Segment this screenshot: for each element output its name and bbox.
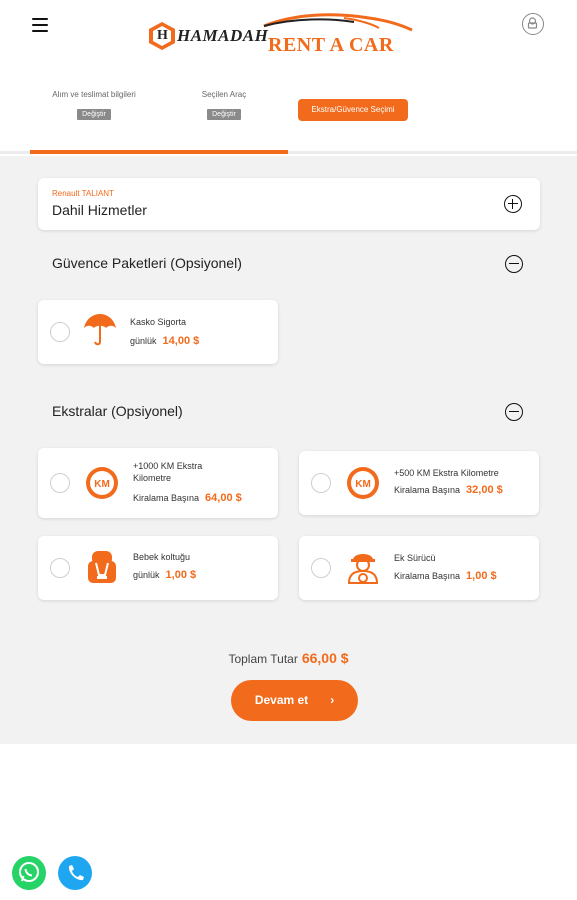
step-selected-car: Seçilen Araç Değiştir	[186, 90, 262, 120]
option-price-line: Kiralama Başına 64,00 $	[133, 492, 242, 504]
step-label: Seçilen Araç	[201, 90, 247, 99]
svg-text:KM: KM	[94, 479, 110, 490]
car-model-label: Renault TALIANT	[52, 189, 114, 198]
extras-section-title: Ekstralar (Opsiyonel)	[52, 403, 183, 419]
option-price: 14,00 $	[162, 335, 200, 347]
booking-steps: Alım ve teslimat bilgileri Değiştir Seçi…	[0, 78, 577, 156]
insurance-option-radio[interactable]	[50, 322, 70, 342]
option-price-line: Kiralama Başına 1,00 $	[394, 570, 497, 582]
option-name: Bebek koltuğu	[133, 552, 191, 562]
included-services-title: Dahil Hizmetler	[52, 202, 147, 218]
option-price: 32,00 $	[466, 484, 503, 496]
expand-plus-icon[interactable]	[504, 195, 522, 213]
option-name: +1000 KM Ekstra Kilometre	[133, 461, 203, 483]
option-price-line: günlük 1,00 $	[133, 569, 196, 581]
phone-call-button[interactable]	[58, 856, 92, 890]
chevron-right-icon: ›	[330, 693, 335, 707]
extra-option-card[interactable]: KM +1000 KM Ekstra Kilometre Kiralama Ba…	[38, 448, 278, 518]
change-pickup-button[interactable]: Değiştir	[77, 109, 111, 120]
option-unit: günlük	[133, 570, 160, 580]
option-unit: Kiralama Başına	[133, 493, 200, 503]
step-pickup-info: Alım ve teslimat bilgileri Değiştir	[36, 90, 152, 120]
progress-bar	[30, 150, 288, 154]
extra-option-radio[interactable]	[311, 558, 331, 578]
km-icon: KM	[347, 467, 379, 499]
option-price: 64,00 $	[205, 492, 242, 504]
included-services-card[interactable]: Renault TALIANT Dahil Hizmetler	[38, 178, 540, 230]
baby-seat-icon	[88, 551, 116, 583]
option-price: 1,00 $	[165, 569, 197, 581]
change-car-button[interactable]: Değiştir	[207, 109, 241, 120]
extra-option-radio[interactable]	[50, 558, 70, 578]
logo[interactable]: H HAMADAH RENT A CAR	[144, 12, 419, 62]
option-price-line: günlük 14,00 $	[130, 335, 199, 347]
total-label: Toplam Tutar	[228, 652, 298, 666]
insurance-option-card[interactable]: Kasko Sigorta günlük 14,00 $	[38, 300, 278, 364]
total-amount-line: Toplam Tutar 66,00 $	[0, 650, 577, 666]
extra-option-card[interactable]: Ek Sürücü Kiralama Başına 1,00 $	[299, 536, 539, 600]
extra-option-radio[interactable]	[50, 473, 70, 493]
collapse-minus-icon[interactable]	[505, 403, 523, 421]
umbrella-icon	[84, 314, 116, 346]
extra-option-card[interactable]: KM +500 KM Ekstra Kilometre Kiralama Baş…	[299, 451, 539, 515]
whatsapp-button[interactable]	[12, 856, 46, 890]
extra-option-radio[interactable]	[311, 473, 331, 493]
continue-label: Devam et	[254, 693, 309, 707]
step-extras-active[interactable]: Ekstra/Güvence Seçimi	[298, 99, 408, 121]
main-content: Renault TALIANT Dahil Hizmetler Güvence …	[0, 156, 577, 744]
whatsapp-icon	[19, 862, 39, 882]
option-price: 1,00 $	[466, 570, 497, 582]
insurance-section-title: Güvence Paketleri (Opsiyonel)	[52, 255, 242, 271]
continue-button[interactable]: Devam et ›	[231, 680, 358, 721]
driver-icon	[347, 554, 379, 584]
option-unit: günlük	[130, 336, 157, 346]
logo-mark-letter: H	[157, 28, 168, 43]
option-unit: Kiralama Başına	[394, 571, 461, 581]
total-value: 66,00 $	[301, 650, 349, 666]
option-name: +500 KM Ekstra Kilometre	[394, 468, 499, 478]
option-unit: Kiralama Başına	[394, 485, 461, 495]
logo-text-right: RENT A CAR	[268, 34, 394, 56]
extra-option-card[interactable]: Bebek koltuğu günlük 1,00 $	[38, 536, 278, 600]
option-price-line: Kiralama Başına 32,00 $	[394, 484, 503, 496]
logo-text-left: HAMADAH	[177, 26, 269, 45]
step-label: Alım ve teslimat bilgileri	[52, 90, 136, 99]
option-name: Ek Sürücü	[394, 553, 436, 563]
svg-text:KM: KM	[355, 479, 371, 490]
km-icon: KM	[86, 467, 118, 499]
user-account-icon[interactable]	[522, 13, 544, 35]
phone-icon	[68, 865, 84, 881]
menu-icon[interactable]	[32, 18, 48, 32]
option-name: Kasko Sigorta	[130, 317, 187, 327]
collapse-minus-icon[interactable]	[505, 255, 523, 273]
